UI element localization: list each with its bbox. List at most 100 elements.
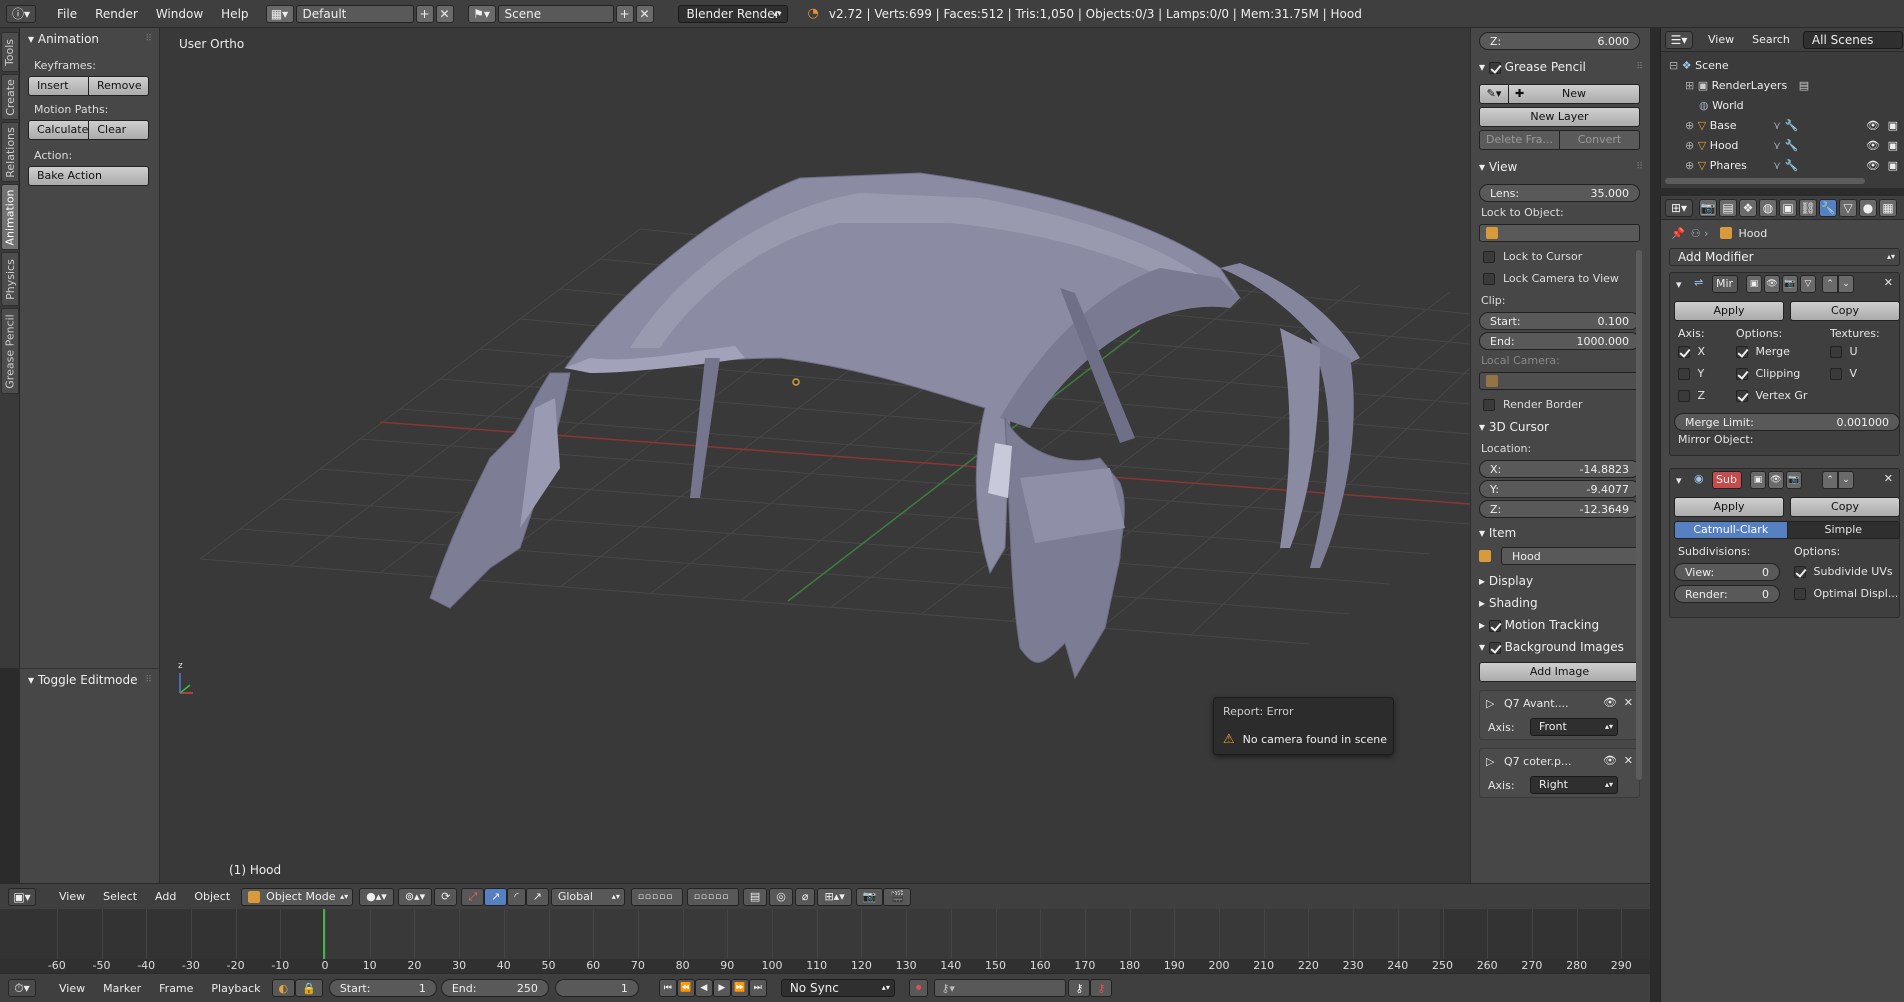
toggle-editmode-header[interactable]: ▾ Toggle Editmode ⠿ xyxy=(20,669,159,691)
motion-tracking-toggle[interactable] xyxy=(1488,619,1501,632)
move-down-icon[interactable]: ⌄ xyxy=(1838,275,1854,293)
modifiers-tab-icon[interactable]: 🔧 xyxy=(1819,198,1837,217)
layers-grid-2[interactable]: ▫▫▫▫▫ xyxy=(686,887,739,906)
grease-pencil-header[interactable]: ▾ Grease Pencil ⠿ xyxy=(1471,56,1650,78)
lock-range-icon[interactable]: 🔒 xyxy=(295,979,323,997)
lock-to-cursor-checkbox[interactable] xyxy=(1483,251,1495,263)
background-images-toggle[interactable] xyxy=(1488,641,1501,654)
constraints-tab-icon[interactable]: ⛓ xyxy=(1799,198,1817,217)
motion-tracking-header[interactable]: ▸ Motion Tracking⠿ xyxy=(1471,614,1650,636)
translate-manipulator-icon[interactable]: ⤢ xyxy=(461,887,485,906)
render-camera-icon[interactable]: ▣ xyxy=(1888,136,1898,156)
menu-help[interactable]: Help xyxy=(212,7,257,21)
cage-toggle-icon[interactable]: ▽ xyxy=(1800,275,1816,293)
object-menu[interactable]: Object xyxy=(185,890,239,903)
render-toggle-icon[interactable]: 📷 xyxy=(1782,275,1798,293)
eye-icon[interactable]: 👁 xyxy=(1603,754,1617,767)
mirror-copy-button[interactable]: Copy xyxy=(1790,301,1900,321)
move-down-icon[interactable]: ⌄ xyxy=(1838,471,1854,489)
bake-action-button[interactable]: Bake Action xyxy=(28,166,149,186)
jump-end-icon[interactable]: ⏭ xyxy=(748,979,767,997)
insert-keyframe-icon[interactable]: ⚷ xyxy=(1068,979,1091,997)
3d-cursor-header[interactable]: ▾ 3D Cursor⠿ xyxy=(1471,416,1650,438)
optimal-display-checkbox[interactable] xyxy=(1794,588,1806,600)
eye-icon[interactable]: 👁 xyxy=(1603,696,1617,709)
render-border-checkbox[interactable] xyxy=(1483,399,1495,411)
merge-checkbox[interactable] xyxy=(1736,346,1748,358)
marker-menu[interactable]: Marker xyxy=(94,982,150,995)
menu-window[interactable]: Window xyxy=(147,7,212,21)
background-images-header[interactable]: ▾ Background Images xyxy=(1471,636,1650,658)
frame-menu[interactable]: Frame xyxy=(150,982,202,995)
remove-keyframe-button[interactable]: Remove xyxy=(89,76,149,96)
tab-relations[interactable]: Relations xyxy=(1,122,19,182)
axis-y-checkbox[interactable] xyxy=(1678,368,1690,380)
info-editor-icon[interactable]: ⓘ▾ xyxy=(6,4,36,23)
delete-keyframe-icon[interactable]: ⚷ xyxy=(1090,979,1113,997)
viewport-toggle-icon[interactable]: 👁 xyxy=(1768,471,1784,489)
start-frame-field[interactable]: Start: 1 xyxy=(328,979,437,997)
playback-menu[interactable]: Playback xyxy=(202,982,269,995)
outliner-row-scene[interactable]: ⊟ ❖ Scene xyxy=(1661,56,1904,76)
item-name-field[interactable]: Hood xyxy=(1501,547,1640,565)
add-layout-icon[interactable]: + xyxy=(415,4,434,23)
shading-select[interactable]: ●▴▾ xyxy=(359,887,394,906)
manipulator-extra-icon[interactable]: ↗ xyxy=(525,887,549,906)
play-reverse-icon[interactable]: ◀ xyxy=(694,979,713,997)
visibility-eye-icon[interactable]: 👁 xyxy=(1866,156,1880,176)
animation-panel-header[interactable]: ▾ Animation ⠿ xyxy=(20,28,159,50)
tab-grease-pencil[interactable]: Grease Pencil xyxy=(1,308,19,394)
remove-scene-icon[interactable]: ✕ xyxy=(635,4,654,23)
data-tab-icon[interactable]: ▽ xyxy=(1839,198,1857,217)
visibility-eye-icon[interactable]: 👁 xyxy=(1866,116,1880,136)
close-icon[interactable]: ✕ xyxy=(1624,754,1633,767)
subdivide-uvs-checkbox[interactable] xyxy=(1794,566,1806,578)
screen-layout-icon[interactable]: ▦▾ xyxy=(265,4,294,23)
end-frame-field[interactable]: End: 250 xyxy=(440,979,549,997)
snap-toggle-icon[interactable]: ⌀ xyxy=(794,887,816,906)
collapse-arrow-icon[interactable]: ▾ xyxy=(1676,278,1682,291)
drag-grip-icon[interactable]: ⠿ xyxy=(1636,56,1643,78)
editmode-toggle-icon[interactable]: ▣ xyxy=(1746,275,1762,293)
drag-grip-icon[interactable]: ⠿ xyxy=(145,28,152,50)
opengl-render-icon[interactable]: 📷 xyxy=(855,887,884,906)
move-up-icon[interactable]: ⌃ xyxy=(1822,471,1838,489)
report-popup[interactable]: Report: Error ⚠ No camera found in scene xyxy=(1213,697,1394,755)
mirror-u-checkbox[interactable] xyxy=(1830,346,1842,358)
simple-option[interactable]: Simple xyxy=(1787,521,1900,539)
manipulator-toggle[interactable]: ⟳ xyxy=(434,887,458,906)
calculate-button[interactable]: Calculate xyxy=(28,120,90,140)
bg1-axis-select[interactable]: Front ▴▾ xyxy=(1530,718,1618,736)
rotate-manipulator-icon[interactable]: ↗ xyxy=(484,887,508,906)
snap-element-icon[interactable]: ⊞▴▾ xyxy=(817,887,852,906)
lock-layers-icon[interactable]: ▤ xyxy=(742,887,768,906)
outliner-search-menu[interactable]: Search xyxy=(1743,33,1799,46)
lock-object-field[interactable] xyxy=(1479,224,1640,242)
expand-arrow-icon[interactable]: ▷ xyxy=(1486,755,1494,768)
tab-animation[interactable]: Animation xyxy=(1,184,19,250)
new-layer-button[interactable]: New Layer xyxy=(1479,107,1640,127)
view-panel-header[interactable]: ▾ View ⠿ xyxy=(1471,156,1650,178)
axis-x-checkbox[interactable] xyxy=(1678,346,1690,358)
timeline-editor-icon[interactable]: ⏱▾ xyxy=(8,979,36,997)
insert-keyframe-button[interactable]: Insert xyxy=(28,76,89,96)
delete-frame-button[interactable]: Delete Fra... xyxy=(1479,130,1560,150)
auto-keyframe-icon[interactable]: ⏺ xyxy=(908,979,929,997)
shading-panel-header[interactable]: ▸ Shading⠿ xyxy=(1471,592,1650,614)
scale-manipulator-icon[interactable]: ◜ xyxy=(507,887,526,906)
scene-field[interactable]: Scene xyxy=(497,4,614,23)
outliner-view-menu[interactable]: View xyxy=(1699,33,1743,46)
drag-grip-icon[interactable]: ⠿ xyxy=(1636,156,1643,178)
opengl-anim-icon[interactable]: 🎬 xyxy=(883,887,912,906)
drag-grip-icon[interactable]: ⠿ xyxy=(145,669,152,691)
viewport-toggle-icon[interactable]: 👁 xyxy=(1764,275,1780,293)
preview-range-icon[interactable]: ◐ xyxy=(271,979,296,997)
timeline[interactable]: -60 -50 -40 -30 -20 -10 0 10 20 30 40 50 60 70 80 90 100… xyxy=(0,909,1650,973)
cursor-y-field[interactable]: Y: -9.4077 xyxy=(1479,480,1640,498)
outliner-row-base[interactable]: ⊕ ▽ Base ⋎ 🔧 👁 ▣ xyxy=(1661,116,1904,136)
render-toggle-icon[interactable]: 📷 xyxy=(1786,471,1802,489)
render-camera-icon[interactable]: ▣ xyxy=(1888,116,1898,136)
move-up-icon[interactable]: ⌃ xyxy=(1822,275,1838,293)
select-menu[interactable]: Select xyxy=(94,890,146,903)
screen-layout-field[interactable]: Default xyxy=(295,4,414,23)
